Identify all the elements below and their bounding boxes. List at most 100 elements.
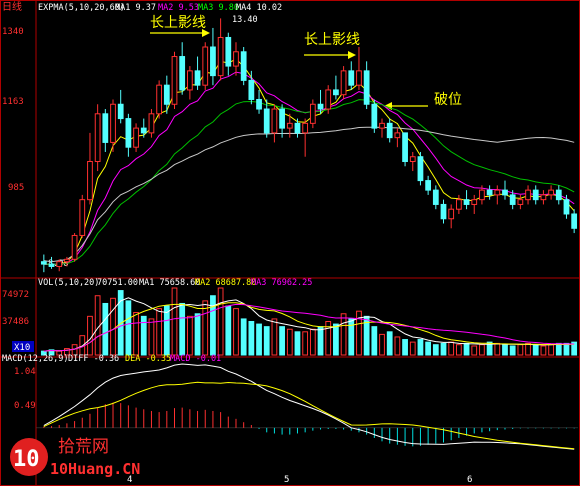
candle bbox=[202, 42, 209, 90]
vol-ma1: MA1 75658.60 bbox=[139, 278, 200, 288]
candle-body bbox=[486, 189, 493, 196]
volume-bar bbox=[417, 339, 424, 356]
candle-body bbox=[202, 46, 209, 86]
candle-body bbox=[171, 56, 178, 105]
candle-body bbox=[256, 98, 262, 110]
candle-body bbox=[386, 122, 393, 139]
volume-bar bbox=[102, 302, 109, 356]
vol-tick-37486: 37486 bbox=[2, 317, 29, 327]
candle-body bbox=[379, 122, 385, 129]
candle bbox=[371, 99, 378, 133]
candle-body bbox=[210, 46, 216, 77]
candle-body bbox=[194, 70, 201, 86]
candle-body bbox=[494, 189, 501, 196]
svg-text:破位: 破位 bbox=[434, 92, 462, 108]
volume-bar bbox=[463, 342, 470, 356]
candle-body bbox=[417, 156, 424, 182]
volume-bar bbox=[448, 341, 455, 356]
candle-body bbox=[186, 70, 193, 91]
x-label-5: 5 bbox=[284, 475, 289, 485]
candle-body bbox=[517, 199, 524, 205]
volume-bar bbox=[94, 295, 101, 356]
candle bbox=[309, 99, 316, 129]
volume-bar bbox=[455, 344, 462, 356]
candle-body bbox=[348, 70, 355, 86]
candle-body bbox=[432, 189, 439, 205]
candle-body bbox=[571, 213, 578, 229]
volume-bar bbox=[302, 331, 309, 356]
volume-bar bbox=[202, 300, 209, 356]
candle bbox=[402, 132, 408, 167]
candle-body bbox=[94, 113, 101, 163]
volume-bar bbox=[563, 342, 570, 356]
volume-bar bbox=[525, 342, 531, 356]
volume-bar bbox=[309, 328, 316, 356]
candle-body bbox=[363, 70, 370, 105]
volume-bar bbox=[263, 326, 270, 356]
y-tick-1163: 1163 bbox=[2, 97, 24, 107]
candle-body bbox=[302, 122, 309, 134]
volume-bar bbox=[194, 313, 201, 356]
ma2-label: MA2 9.53 bbox=[158, 3, 199, 13]
candle-body bbox=[317, 103, 324, 110]
candle-body bbox=[279, 108, 285, 129]
vol-header: VOL(5,10,20) bbox=[38, 278, 99, 288]
svg-text:拾荒网: 拾荒网 bbox=[58, 437, 109, 457]
candle-body bbox=[140, 127, 147, 134]
volume-bar bbox=[532, 344, 539, 356]
volume-bar bbox=[148, 318, 155, 356]
candle-body bbox=[263, 108, 270, 134]
volume-bar bbox=[217, 287, 224, 356]
candle-body bbox=[448, 208, 455, 220]
candle-body bbox=[233, 51, 239, 67]
volume-bar bbox=[210, 295, 216, 356]
volume-bar bbox=[386, 331, 393, 356]
candle bbox=[240, 47, 247, 86]
svg-text:10Huang.CN: 10Huang.CN bbox=[50, 460, 140, 478]
volume-bar bbox=[479, 344, 485, 356]
candle-body bbox=[156, 84, 163, 115]
candle-body bbox=[509, 194, 516, 205]
candle bbox=[417, 151, 424, 186]
volume-bar bbox=[248, 321, 255, 356]
candle-body bbox=[240, 51, 247, 81]
volume-bar bbox=[555, 342, 562, 356]
candle-body bbox=[471, 199, 478, 205]
candle-body bbox=[455, 199, 462, 210]
y-tick-985: 985 bbox=[8, 183, 24, 193]
candle-body bbox=[148, 113, 155, 134]
candle-body bbox=[102, 113, 109, 143]
candle-body bbox=[356, 70, 362, 86]
candle-body bbox=[117, 103, 124, 120]
high-price-label: 13.40 bbox=[232, 15, 258, 25]
stock-chart: 日线 EXPMA(5,10,20,60) MA1 9.37 MA2 9.53 M… bbox=[0, 0, 580, 486]
candle-body bbox=[325, 89, 332, 110]
candle-body bbox=[402, 132, 408, 163]
candle-body bbox=[555, 189, 562, 201]
volume-bar bbox=[225, 305, 232, 356]
candle-body bbox=[548, 189, 554, 196]
volume-bar bbox=[517, 344, 524, 356]
macd-dea: DEA -0.35 bbox=[125, 354, 171, 364]
volume-bar bbox=[240, 318, 247, 356]
x-label-6: 6 bbox=[467, 475, 472, 485]
svg-text:长上影线: 长上影线 bbox=[304, 32, 360, 48]
vol-value: 70751.00 bbox=[97, 278, 138, 288]
candle-body bbox=[525, 189, 531, 201]
candle-body bbox=[309, 103, 316, 124]
candle-body bbox=[371, 103, 378, 129]
vol-ma3: MA3 76962.25 bbox=[251, 278, 312, 288]
candle-body bbox=[248, 79, 255, 100]
volume-bar bbox=[171, 287, 178, 356]
candle-body bbox=[440, 203, 447, 220]
ma3-label: MA3 9.80 bbox=[198, 3, 239, 13]
candle-body bbox=[225, 36, 232, 67]
candle bbox=[148, 109, 155, 138]
candle-body bbox=[532, 189, 539, 201]
volume-bar bbox=[87, 315, 93, 356]
candle-body bbox=[286, 122, 293, 129]
volume-bar bbox=[402, 339, 408, 356]
candle bbox=[79, 194, 86, 238]
volume-bar bbox=[179, 302, 186, 356]
candle bbox=[340, 66, 347, 100]
